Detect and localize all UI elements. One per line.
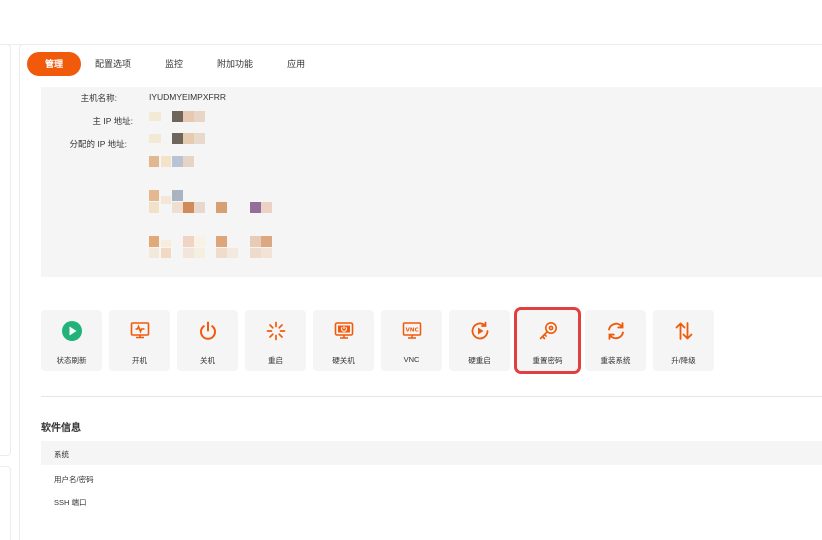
hard-shutdown-icon [333, 320, 355, 342]
software-row-system: 系统 [54, 450, 69, 459]
section-divider [41, 396, 822, 397]
software-info-title: 软件信息 [41, 423, 81, 434]
power-on-button[interactable]: 开机 [109, 310, 170, 371]
left-panel-lower [0, 466, 11, 540]
vnc-label: VNC [403, 355, 420, 364]
hostname-label: 主机名称: [80, 93, 117, 103]
tab-bar: 管理 配置选项 监控 附加功能 应用 [27, 52, 322, 76]
tab-manage[interactable]: 管理 [27, 52, 82, 76]
tab-config-options[interactable]: 配置选项 [81, 52, 148, 76]
assigned-ip-label: 分配的 IP 地址: [69, 139, 127, 149]
shutdown-label: 关机 [200, 356, 215, 365]
reinstall-icon [605, 320, 627, 342]
hard-shutdown-label: 硬关机 [332, 356, 355, 365]
refresh-status-label: 状态刷新 [56, 356, 87, 365]
main-ip-label: 主 IP 地址: [92, 116, 133, 126]
tab-apps[interactable]: 应用 [270, 52, 322, 76]
vnc-monitor-icon: VNC [401, 320, 423, 342]
svg-text:VNC: VNC [405, 328, 418, 334]
power-on-monitor-icon [129, 320, 151, 342]
action-button-row: 状态刷新 开机 关机 重启 硬关机 VNC VNC 硬重启 重置密码 重装系统 … [41, 307, 721, 374]
shutdown-button[interactable]: 关机 [177, 310, 238, 371]
software-row-ssh-port: SSH 端口 [54, 498, 87, 507]
upgrade-downgrade-label: 升/降级 [671, 356, 696, 365]
tab-monitor[interactable]: 监控 [148, 52, 200, 76]
restart-label: 重启 [268, 356, 283, 365]
restart-button[interactable]: 重启 [245, 310, 306, 371]
reset-password-label: 重置密码 [532, 356, 563, 365]
reset-password-button[interactable]: 重置密码 [514, 307, 581, 374]
hard-restart-label: 硬重启 [468, 356, 491, 365]
up-down-arrows-icon [673, 320, 695, 342]
spinner-icon [265, 320, 287, 342]
hostname-value: IYUDMYEIMPXFRR [149, 92, 226, 102]
vnc-button[interactable]: VNC VNC [381, 310, 442, 371]
software-row-credentials: 用户名/密码 [54, 475, 94, 484]
reinstall-system-button[interactable]: 重装系统 [585, 310, 646, 371]
refresh-status-button[interactable]: 状态刷新 [41, 310, 102, 371]
play-circle-icon [61, 320, 83, 342]
key-icon [537, 320, 559, 342]
left-panel [0, 44, 11, 456]
upgrade-downgrade-button[interactable]: 升/降级 [653, 310, 714, 371]
power-on-label: 开机 [132, 356, 147, 365]
hard-restart-icon [469, 320, 491, 342]
hard-shutdown-button[interactable]: 硬关机 [313, 310, 374, 371]
power-icon [197, 320, 219, 342]
tab-addons[interactable]: 附加功能 [200, 52, 270, 76]
reinstall-system-label: 重装系统 [600, 356, 631, 365]
hard-restart-button[interactable]: 硬重启 [449, 310, 510, 371]
software-table-header [41, 441, 822, 465]
